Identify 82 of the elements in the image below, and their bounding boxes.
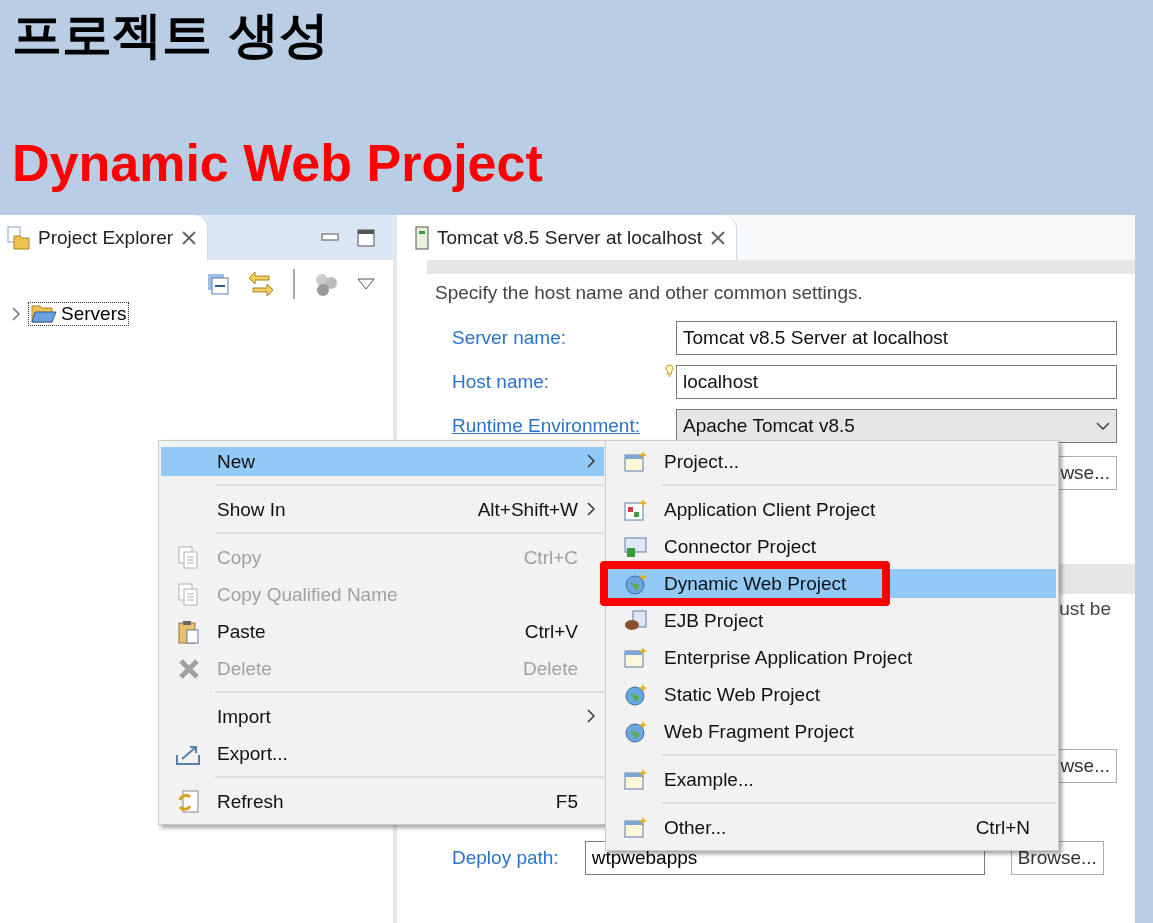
documents-icon xyxy=(178,545,200,570)
menu-item[interactable]: Import xyxy=(161,702,604,731)
window-star-icon xyxy=(624,815,648,840)
shortcut-text: Delete xyxy=(523,657,578,680)
input-field[interactable]: Tomcat v8.5 Server at localhost xyxy=(676,321,1117,355)
app-client-icon xyxy=(624,497,648,522)
server-icon xyxy=(415,225,429,250)
menu-item-label: Static Web Project xyxy=(664,683,821,706)
menu-item[interactable]: EJB Project xyxy=(608,606,1056,635)
menu-item-label: Dynamic Web Project xyxy=(664,572,848,595)
menu-item[interactable]: Dynamic Web Project xyxy=(608,569,1056,598)
window-star-icon xyxy=(624,449,648,474)
circles-icon[interactable] xyxy=(313,271,339,297)
delete-icon xyxy=(178,657,200,680)
globe-icon xyxy=(624,719,648,744)
shortcut-text: Ctrl+V xyxy=(524,620,578,643)
collapse-all-icon[interactable] xyxy=(207,273,229,295)
link-arrows-icon[interactable] xyxy=(247,270,275,298)
maximize-icon[interactable] xyxy=(357,228,375,247)
tree-item-label: Servers xyxy=(61,303,127,325)
dropdown-field[interactable]: Apache Tomcat v8.5 xyxy=(676,409,1117,443)
menu-item-label: Refresh xyxy=(217,790,285,813)
clipboard-icon xyxy=(178,619,200,644)
menu-item[interactable]: Enterprise Application Project xyxy=(608,643,1056,672)
field-label: Deploy path: xyxy=(452,847,559,869)
menu-item[interactable]: Connector Project xyxy=(608,532,1056,561)
shortcut-text: F5 xyxy=(555,790,578,813)
menu-item-label: Web Fragment Project xyxy=(664,720,855,743)
shortcut-text: Ctrl+N xyxy=(975,816,1030,839)
menu-item-label: Project... xyxy=(664,450,740,473)
connector-icon xyxy=(624,534,648,559)
folder-icon xyxy=(31,304,57,324)
shortcut-text: Ctrl+C xyxy=(523,546,578,569)
shortcut-text: Alt+Shift+W xyxy=(477,498,578,521)
menu-item[interactable]: Project... xyxy=(608,447,1056,476)
close-icon[interactable] xyxy=(181,229,198,246)
menu-item[interactable]: Refresh F5 xyxy=(161,787,604,816)
chevron-icon[interactable] xyxy=(10,307,22,321)
folder-icon xyxy=(6,225,30,250)
menu-item[interactable]: Export... xyxy=(161,739,604,768)
menu-item[interactable]: Show In Alt+Shift+W xyxy=(161,495,604,524)
menu-item-label: Import xyxy=(217,705,272,728)
menu-item-label: Show In xyxy=(217,498,287,521)
field-label-link[interactable]: Runtime Environment: xyxy=(452,415,676,437)
menu-item[interactable]: New xyxy=(161,447,604,476)
view-menu-icon[interactable] xyxy=(357,278,375,290)
menu-item-label: Paste xyxy=(217,620,267,643)
menu-item[interactable]: Web Fragment Project xyxy=(608,717,1056,746)
slide-subtitle: Dynamic Web Project xyxy=(12,133,544,193)
menu-item-label: Other... xyxy=(664,816,728,839)
globe-icon xyxy=(624,682,648,707)
field-label: Host name: xyxy=(452,371,551,393)
menu-item-label: Application Client Project xyxy=(664,498,877,521)
menu-item[interactable]: Static Web Project xyxy=(608,680,1056,709)
menu-item-label: Delete xyxy=(217,657,273,680)
bean-icon xyxy=(624,608,648,633)
close-icon[interactable] xyxy=(710,229,727,246)
menu-item[interactable]: Application Client Project xyxy=(608,495,1056,524)
menu-item-label: Copy xyxy=(217,546,263,569)
field-label: Server name: xyxy=(452,327,568,349)
globe-icon xyxy=(624,571,648,596)
menu-item[interactable]: Example... xyxy=(608,765,1056,794)
menu-item-label: Export... xyxy=(217,742,289,765)
menu-item[interactable]: Paste Ctrl+V xyxy=(161,617,604,646)
description-text: ust be xyxy=(1059,598,1111,620)
section-description: Specify the host name and other common settings. xyxy=(434,281,864,305)
refresh-icon xyxy=(178,789,200,814)
window-star-icon xyxy=(624,767,648,792)
menu-item-label: EJB Project xyxy=(664,609,765,632)
minimize-icon[interactable] xyxy=(321,232,339,243)
slide-title: 프로젝트 생성 xyxy=(12,5,331,66)
menu-item-label: Connector Project xyxy=(664,535,818,558)
tree-item[interactable]: Servers xyxy=(28,302,130,326)
documents-icon xyxy=(178,582,200,607)
menu-item[interactable]: Other... Ctrl+N xyxy=(608,813,1056,842)
menu-item-label: New xyxy=(217,450,256,473)
menu-item-label: Copy Qualified Name xyxy=(217,583,399,606)
explorer-tab[interactable]: Project Explorer xyxy=(0,215,209,260)
editor-tab[interactable]: Tomcat v8.5 Server at localhost xyxy=(397,215,738,260)
menu-item-label: Example... xyxy=(664,768,755,791)
window-star-icon xyxy=(624,645,648,670)
menu-item-label: Enterprise Application Project xyxy=(664,646,914,669)
